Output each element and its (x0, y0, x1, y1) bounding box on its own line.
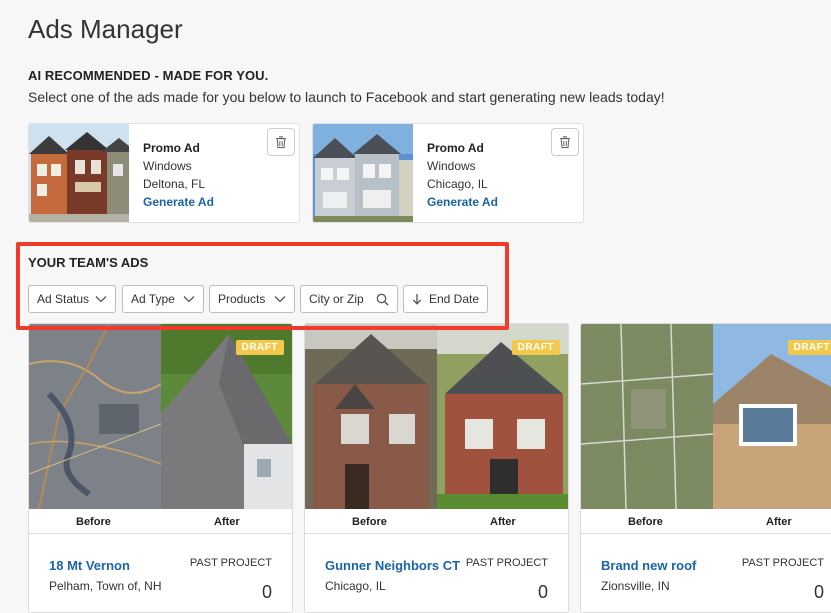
ad-lead-count: 0 (813, 582, 824, 602)
promo-title: Promo Ad (143, 141, 200, 155)
search-icon (376, 293, 389, 305)
ad-status-label: Ad Status (37, 292, 90, 306)
generate-ad-link[interactable]: Generate Ad (143, 193, 214, 211)
promo-card: Promo Ad Windows Deltona, FL Generate Ad (28, 123, 300, 223)
after-label: After (490, 516, 516, 528)
promo-card: Promo Ad Windows Chicago, IL Generate Ad (312, 123, 584, 223)
chevron-down-icon (274, 296, 286, 303)
ad-card[interactable]: DRAFT Before After 18 Mt Vernon Pelham, … (28, 323, 293, 613)
ad-card[interactable]: DRAFT Before After Gunner Neighbors CT C… (304, 323, 569, 613)
ad-type-label: PAST PROJECT (189, 557, 272, 569)
before-label: Before (76, 516, 111, 528)
ad-location: Zionsville, IN (601, 579, 670, 593)
promo-location: Chicago, IL (427, 177, 488, 191)
products-dropdown[interactable]: Products (209, 285, 295, 313)
end-date-label: End Date (429, 292, 480, 306)
before-label: Before (352, 516, 387, 528)
promo-location: Deltona, FL (143, 177, 206, 191)
ad-type-label: Ad Type (131, 292, 175, 306)
before-after-labels: Before After (305, 509, 568, 534)
after-label: After (766, 516, 792, 528)
products-label: Products (218, 292, 266, 306)
page-title: Ads Manager (28, 14, 183, 44)
promo-product: Windows (143, 159, 192, 173)
ad-title-link[interactable]: Brand new roof (601, 558, 696, 573)
promo-product: Windows (427, 159, 476, 173)
end-date-sort-button[interactable]: End Date (403, 285, 488, 313)
city-zip-search-input[interactable]: City or Zip (300, 285, 398, 313)
ad-card[interactable]: DRAFT Before After Brand new roof Zionsv… (580, 323, 831, 613)
arrow-down-icon (412, 294, 422, 305)
ad-lead-count: 0 (537, 582, 548, 602)
generate-ad-link[interactable]: Generate Ad (427, 193, 498, 211)
recommended-heading: AI RECOMMENDED - MADE FOR YOU. (28, 68, 269, 83)
team-ads-heading: YOUR TEAM'S ADS (28, 255, 149, 270)
promo-title: Promo Ad (427, 141, 484, 155)
ad-title-link[interactable]: Gunner Neighbors CT (325, 558, 460, 573)
ad-location: Chicago, IL (325, 579, 386, 593)
ad-type-dropdown[interactable]: Ad Type (122, 285, 204, 313)
chevron-down-icon (95, 296, 107, 303)
townhouse-photo (29, 124, 129, 222)
ad-location: Pelham, Town of, NH (49, 579, 162, 593)
ad-lead-count: 0 (261, 582, 272, 602)
townhouse-photo (313, 124, 413, 222)
after-label: After (214, 516, 240, 528)
ad-type-label: PAST PROJECT (741, 557, 824, 569)
trash-icon (276, 136, 286, 149)
draft-badge: DRAFT (787, 340, 831, 355)
ad-title-link[interactable]: 18 Mt Vernon (49, 558, 130, 573)
delete-button[interactable] (551, 128, 579, 156)
before-label: Before (628, 516, 663, 528)
ad-type-label: PAST PROJECT (465, 557, 548, 569)
draft-badge: DRAFT (235, 340, 284, 355)
ad-status-dropdown[interactable]: Ad Status (28, 285, 116, 313)
before-after-labels: Before After (29, 509, 292, 534)
recommended-subtitle: Select one of the ads made for you below… (28, 89, 665, 105)
city-zip-placeholder: City or Zip (309, 292, 364, 306)
trash-icon (560, 136, 570, 149)
draft-badge: DRAFT (511, 340, 560, 355)
chevron-down-icon (183, 296, 195, 303)
before-after-labels: Before After (581, 509, 831, 534)
delete-button[interactable] (267, 128, 295, 156)
